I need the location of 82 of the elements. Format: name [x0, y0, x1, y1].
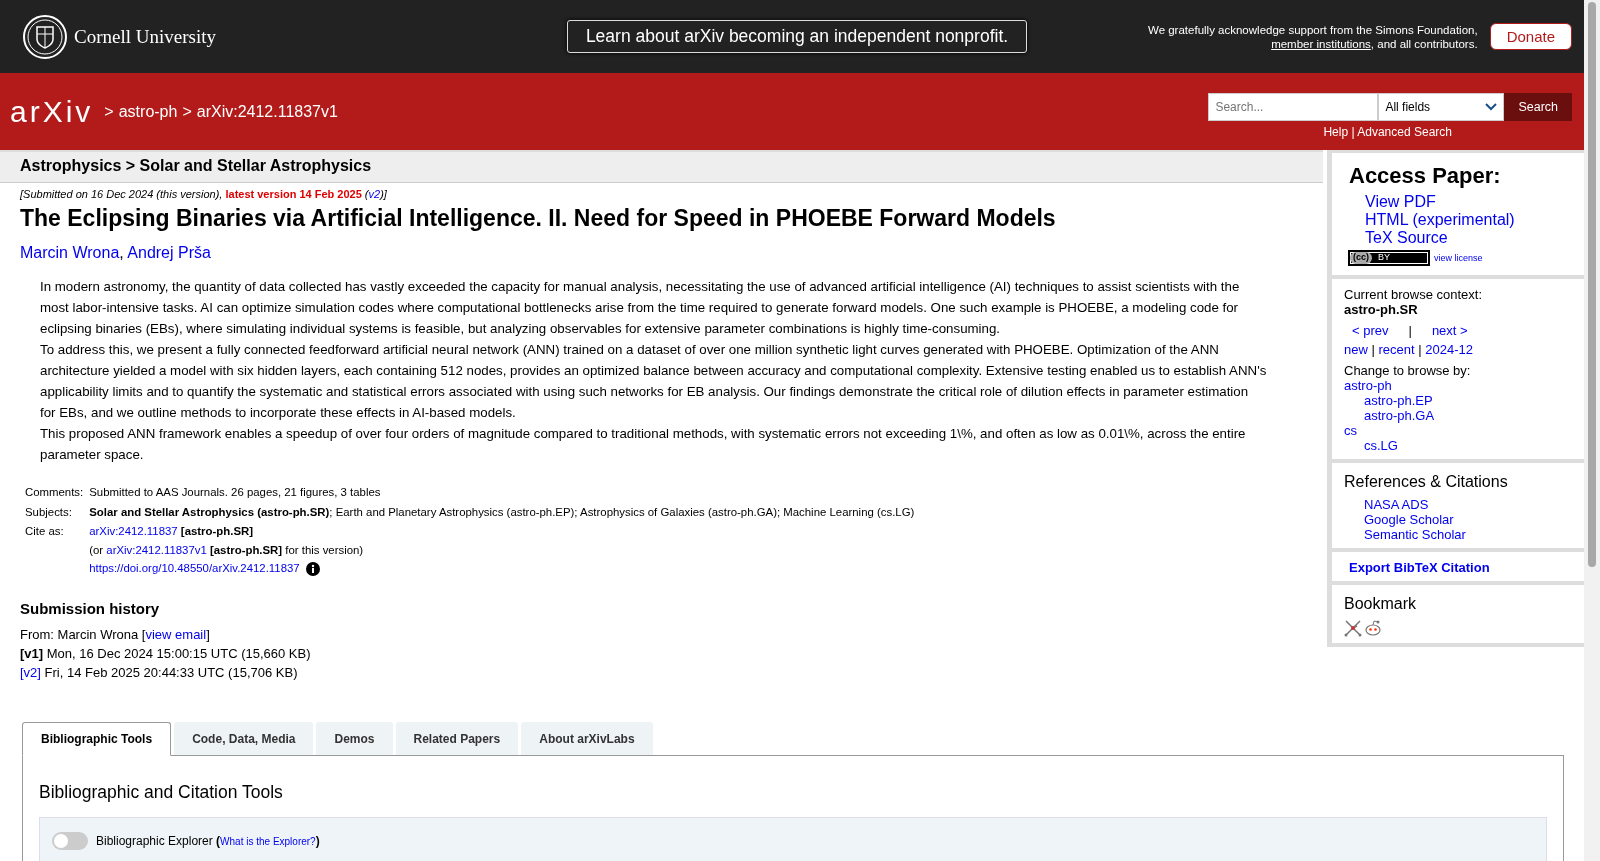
breadcrumb-separator: > [182, 102, 192, 121]
help-link[interactable]: Advanced Search [1357, 124, 1452, 139]
link-separator: | [1350, 124, 1356, 139]
panel-heading: Bibliographic and Citation Tools [39, 782, 284, 804]
citation-text: (or arXiv:2412.11837v1 [astro-ph.SR] for this version) [89, 543, 364, 556]
reference-link[interactable]: Semantic Scholar [1364, 527, 1572, 542]
version-link[interactable]: [v2] [20, 665, 41, 681]
category-link[interactable]: cs.LG [1364, 438, 1572, 453]
breadcrumb-link[interactable]: arXiv:2412.11837v1 [196, 102, 338, 121]
author-link[interactable]: Andrej Prša [127, 244, 211, 261]
support-text: We gratefully acknowledge support from the Simons Foundation, member institutions, and all contributors. [1147, 22, 1478, 51]
tab[interactable]: Bibliographic Tools [22, 722, 172, 757]
browse-link[interactable]: recent [1378, 342, 1415, 357]
version-line: [v2] Fri, 14 Feb 2025 20:44:33 UTC (15,706 KB) [20, 664, 299, 683]
metadata-label: Cite as: [24, 524, 65, 540]
chevron-icon [1485, 102, 1498, 111]
context-name: astro-ph.SR [1344, 302, 1419, 317]
metadata-label: Comments: [24, 485, 85, 500]
explorer-help-link[interactable]: What is the Explorer? [220, 836, 316, 848]
category-link[interactable]: astro-ph [1344, 378, 1572, 393]
toggle-switch[interactable] [52, 832, 88, 851]
breadcrumb-link[interactable]: astro-ph [118, 102, 178, 121]
tab[interactable]: Code, Data, Media [174, 722, 314, 756]
scrollbar[interactable] [1584, 0, 1600, 861]
license-link[interactable]: view license [1434, 253, 1483, 263]
link-separator: | [1370, 342, 1376, 357]
browse-link[interactable]: new [1344, 342, 1368, 357]
abstract-paragraph: This proposed ANN framework enables a speedup of over four orders of magnitude compared to traditional methods, with systematic errors not exceeding 1\%, and often as low as 0.01\%, across the entire parameter space. [40, 425, 1247, 464]
access-link[interactable]: View PDF [1365, 193, 1572, 211]
citation-link[interactable]: arXiv:2412.11837v1 [106, 543, 207, 556]
link-separator: | [1417, 342, 1423, 357]
from-line: From: Marcin Wrona [view email] [20, 626, 211, 645]
arxiv-logo[interactable]: arXiv [10, 94, 94, 129]
context-label: Current browse context: [1344, 287, 1483, 302]
category-link[interactable]: astro-ph.GA [1364, 408, 1572, 423]
paper-title: The Eclipsing Binaries via Artificial Intelligence. II. Need for Speed in PHOEBE Forward Models [20, 205, 1057, 232]
submission-note: [Submitted on 16 Dec 2024 (this version), latest version 14 Feb 2025 (v2)] [20, 188, 388, 200]
link-separator: | [1408, 323, 1412, 338]
tab[interactable]: Demos [316, 722, 393, 756]
category-link[interactable]: astro-ph.EP [1364, 393, 1572, 408]
references-heading: References & Citations [1344, 473, 1509, 491]
breadcrumb-separator: > [104, 102, 114, 121]
search-field[interactable]: Search... [1208, 92, 1379, 121]
access-link[interactable]: TeX Source [1365, 229, 1572, 247]
tab[interactable]: About arXivLabs [521, 722, 653, 756]
info-icon[interactable] [305, 562, 320, 577]
search-button[interactable]: Search [1504, 92, 1572, 121]
prev-link[interactable]: < prev [1352, 323, 1389, 338]
donate-button[interactable]: Donate [1489, 23, 1572, 50]
reference-link[interactable]: NASA ADS [1364, 497, 1572, 512]
toggle-label: Bibliographic Explorer (What is the Explorer?) [96, 834, 320, 849]
member-institutions-link[interactable]: member institutions [1271, 37, 1371, 50]
license-badge[interactable]: (cc) BY [1349, 251, 1429, 265]
change-label: Change to browse by: [1344, 363, 1472, 378]
field-select[interactable]: All fields [1378, 92, 1505, 121]
help-link[interactable]: Help [1323, 124, 1349, 139]
subjects-text: Solar and Stellar Astrophysics (astro-ph.SR); Earth and Planetary Astrophysics (astro-ph.EP); Astrophysics of Galaxies (astro-ph.GA); Machine Learning (cs.LG) [88, 504, 916, 520]
seal-icon [22, 13, 68, 60]
comments-text: Submitted to AAS Journals. 26 pages, 21 figures, 3 tables [88, 485, 382, 500]
abstract-paragraph: In modern astronomy, the quantity of data collected has vastly exceeded the capacity for manual analysis, necessitating the use of advanced artificial intelligence (AI) techniques to assist scientists with the most labor-intensive tasks. AI can optimize simulation codes where computational bottlenecks arise from the time required to generate forward models. One such example is PHOEBE, a modeling code for eclipsing binaries (EBs), where simulating individual systems is feasible, but analyzing observables for extensive parameter combinations is highly time-consuming. [40, 278, 1241, 338]
next-link[interactable]: next > [1431, 323, 1468, 338]
browse-link[interactable]: 2024-12 [1425, 342, 1473, 357]
alien-icon[interactable] [1364, 619, 1382, 637]
citation-text: arXiv:2412.11837 [astro-ph.SR] [89, 525, 253, 538]
citation-link[interactable]: arXiv:2412.11837 [89, 525, 178, 538]
category-link[interactable]: cs [1344, 423, 1572, 438]
author-link[interactable]: Marcin Wrona [20, 244, 120, 261]
citation-link[interactable]: https://doi.org/10.48550/arXiv.2412.11837 [89, 562, 300, 575]
subject-bar: Astrophysics > Solar and Stellar Astrophysics [0, 150, 1323, 183]
author-separator: , [119, 244, 125, 261]
reference-link[interactable]: Google Scholar [1364, 512, 1572, 527]
bookmark-heading: Bookmark [1344, 595, 1418, 613]
tab[interactable]: Related Papers [395, 722, 519, 756]
access-link[interactable]: HTML (experimental) [1365, 211, 1572, 229]
version-line: [v1] Mon, 16 Dec 2024 15:00:15 UTC (15,660 KB) [20, 645, 312, 664]
university-name[interactable]: Cornell University [74, 25, 216, 48]
network-icon[interactable] [1344, 619, 1362, 637]
abstract-paragraph: To address this, we present a fully connected feedforward artificial neural network (ANN) trained on a dataset of over one million synthetic light curves generated with PHOEBE. Optimization of the ANN architecture yielded a model with six hidden layers, each containing 512 nodes, provides an optimized balance between accuracy and computational complexity. Extensive testing enabled us to establish ANN's applicability limits and to quantify the systematic and statistical errors associated with using such networks for EB analysis. Our findings demonstrate the critical role of dilution effects in parameter estimation for EBs, and we outline methods to incorporate these effects in AI-based models. [40, 341, 1267, 422]
announcement-link[interactable]: Learn about arXiv becoming an independent nonprofit. [566, 20, 1028, 53]
access-heading: Access Paper: [1349, 163, 1502, 189]
history-heading: Submission history [20, 600, 161, 618]
metadata-label: Subjects: [24, 504, 73, 520]
